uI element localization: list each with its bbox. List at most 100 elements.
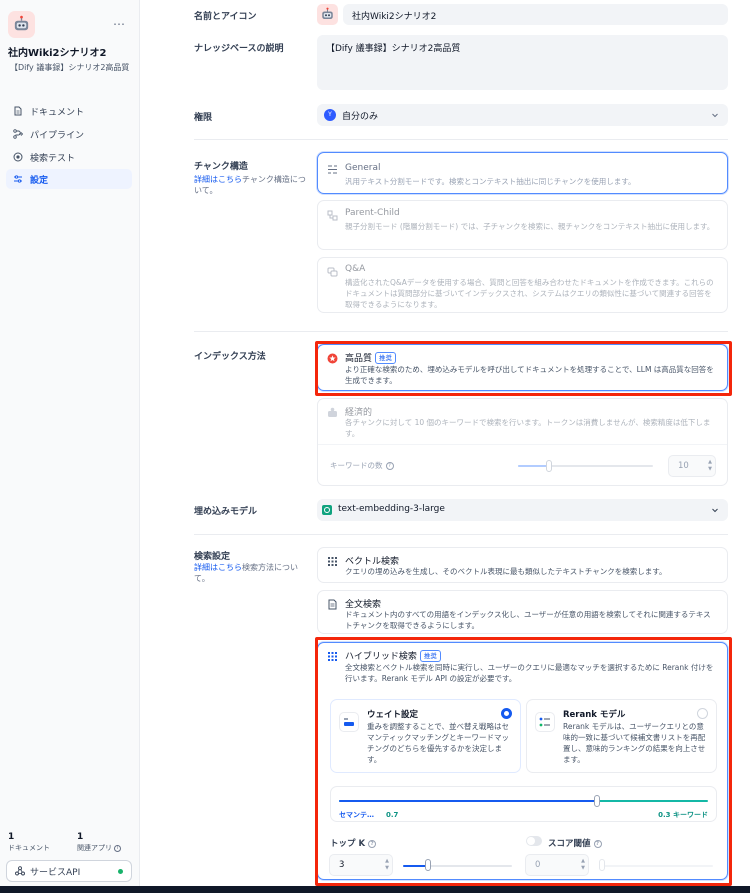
index-economy-option[interactable]: 経済的 各チャンクに対して 10 個のキーワードで検索を行います。トークンは消費…	[317, 398, 728, 486]
weight-settings-card[interactable]: ウェイト設定 重みを調整することで、並べ替え戦略はセマンティックマッチングとキー…	[330, 699, 521, 773]
nav-retrieval-test-label: 検索テスト	[30, 153, 76, 164]
related-apps-label-text: 関連アプリ	[77, 844, 112, 852]
keyword-count-slider-fill	[518, 465, 548, 467]
chunk-learn-more-link[interactable]: 詳細はこちら	[194, 175, 242, 184]
chunk-qa-title: Q&A	[345, 264, 366, 274]
text-split-icon	[328, 165, 337, 174]
target-icon	[13, 152, 23, 162]
description-textarea[interactable]: 【Dify 議事録】シナリオ2高品質	[317, 35, 728, 90]
economy-desc: 各チャンクに対して 10 個のキーワードで検索を行います。トークンは消費しません…	[345, 418, 711, 438]
nav-pipeline-label: パイプライン	[30, 130, 85, 141]
chunk-option-parent-child[interactable]: Parent-Child 親子分割モード (階層分割モード) では、子チャンクを…	[317, 200, 728, 250]
economy-icon	[328, 407, 337, 417]
info-icon[interactable]: i	[114, 844, 121, 852]
hybrid-search-title: ハイブリッド検索 推奨	[345, 649, 441, 662]
kb-icon-picker-robot-icon[interactable]	[317, 4, 338, 25]
chunk-parent-child-title: Parent-Child	[345, 208, 400, 218]
score-threshold-value: 0	[535, 860, 541, 870]
hybrid-search-title-text: ハイブリッド検索	[345, 652, 417, 662]
stepper-icon[interactable]: ▲ ▼	[581, 858, 585, 872]
nav-documents[interactable]: ドキュメント	[6, 101, 132, 121]
window-bottom-edge	[0, 886, 750, 893]
settings-icon	[14, 175, 22, 183]
divider	[194, 331, 728, 332]
retrieval-help: 詳細はこちら検索方法について。	[194, 562, 309, 584]
high-quality-desc: より正確な検索のため、埋め込みモデルを呼び出してドキュメントを処理することで、L…	[345, 365, 714, 385]
description-label: ナレッジベースの説明	[194, 44, 284, 54]
weight-slider-semantic-fill	[339, 800, 598, 802]
weight-slider-panel: セマンテ… 0.7 0.3 キーワード	[330, 786, 717, 822]
weight-icon	[339, 712, 359, 732]
name-icon-label: 名前とアイコン	[194, 12, 257, 22]
permission-value: 自分のみ	[342, 112, 379, 122]
nav-settings-label: 設定	[30, 175, 49, 186]
help-icon[interactable]: ?	[385, 462, 394, 470]
score-threshold-slider-thumb	[599, 859, 605, 871]
score-threshold-label-text: スコア閾値	[548, 839, 591, 849]
document-count: 1	[8, 832, 15, 842]
score-threshold-toggle[interactable]	[526, 836, 542, 846]
top-k-input[interactable]: 3 ▲ ▼	[329, 854, 393, 876]
hybrid-grid-icon	[328, 652, 337, 661]
nav-documents-label: ドキュメント	[30, 107, 85, 118]
vector-search-option[interactable]: ベクトル検索 クエリの埋め込みを生成し、そのベクトル表現に最も類似したテキストチ…	[317, 547, 728, 583]
keyword-count-label-text: キーワードの数	[330, 461, 383, 470]
weight-slider-thumb[interactable]	[594, 795, 601, 807]
document-count-label-text: ドキュメント	[8, 844, 50, 852]
nav-retrieval-test[interactable]: 検索テスト	[6, 147, 132, 167]
toggle-knob	[527, 837, 535, 845]
related-apps-count: 1	[77, 832, 84, 842]
permission-label: 権限	[194, 113, 213, 123]
keyword-weight-label: 0.3 キーワード	[658, 811, 708, 819]
help-icon[interactable]: ?	[368, 840, 377, 848]
hybrid-search-option[interactable]: ハイブリッド検索 推奨 全文検索とベクトル検索を同時に実行し、ユーザーのクエリに最…	[317, 642, 728, 880]
nav-pipeline[interactable]: パイプライン	[6, 124, 132, 144]
chunk-option-general[interactable]: General 汎用テキスト分割モードです。検索とコンテキスト抽出に同じチャンク…	[317, 152, 728, 194]
weight-settings-radio[interactable]	[501, 708, 512, 719]
document-icon	[14, 106, 22, 116]
semantic-weight-label: セマンテ… 0.7	[339, 810, 398, 820]
kb-name-input[interactable]: 社内Wiki2シナリオ2	[343, 4, 728, 25]
permission-select[interactable]: Y 自分のみ	[317, 104, 728, 126]
user-avatar: Y	[324, 109, 336, 121]
recommended-badge: 推奨	[419, 650, 441, 662]
chunk-structure-label: チャンク構造	[194, 162, 248, 172]
pipeline-icon	[13, 129, 23, 139]
qa-icon	[327, 267, 338, 277]
more-icon[interactable]: …	[113, 14, 126, 28]
keyword-count-slider-thumb[interactable]	[546, 460, 552, 472]
related-apps-label: 関連アプリ i	[77, 843, 121, 853]
keyword-count-input[interactable]: 10 ▲ ▼	[668, 455, 716, 477]
high-quality-title: 高品質 推奨	[345, 351, 397, 364]
fulltext-search-option[interactable]: 全文検索 ドキュメント内のすべての用語をインデックス化し、ユーザーが任意の用語を…	[317, 590, 728, 634]
kb-name: 社内Wiki2シナリオ2	[8, 48, 107, 59]
score-threshold-slider	[601, 865, 713, 867]
nav-settings[interactable]: 設定	[6, 169, 132, 189]
stepper-icon[interactable]: ▲ ▼	[385, 858, 389, 872]
index-high-quality-option[interactable]: 高品質 推奨 より正確な検索のため、埋め込みモデルを呼び出してドキュメントを処理す…	[317, 344, 728, 391]
top-k-label: トップ K?	[330, 837, 377, 849]
openai-icon	[322, 505, 332, 515]
chevron-down-icon	[712, 508, 718, 513]
index-method-label: インデックス方法	[194, 352, 266, 362]
economy-divider	[318, 444, 727, 445]
high-quality-title-text: 高品質	[345, 354, 373, 364]
chunk-general-title: General	[345, 163, 381, 173]
top-k-value: 3	[339, 860, 345, 870]
embedding-model-select[interactable]: text-embedding-3-large	[317, 499, 728, 521]
top-k-slider-thumb[interactable]	[425, 859, 431, 871]
top-k-slider-fill	[403, 865, 427, 867]
recommended-badge: 推奨	[375, 352, 397, 364]
keyword-count-label: キーワードの数?	[330, 460, 394, 471]
help-icon[interactable]: ?	[593, 840, 602, 848]
service-api-button[interactable]: サービスAPI	[6, 860, 132, 882]
rerank-model-card[interactable]: Rerank モデル Rerank モデルは、ユーザークエリとの意味的一致に基づ…	[526, 699, 717, 773]
retrieval-settings-label: 検索設定	[194, 552, 231, 562]
rerank-model-radio[interactable]	[697, 708, 708, 719]
api-icon	[15, 866, 25, 876]
retrieval-learn-more-link[interactable]: 詳細はこちら	[194, 563, 242, 572]
stepper-icon[interactable]: ▲ ▼	[708, 459, 712, 473]
chunk-option-qa[interactable]: Q&A 構造化されたQ&Aデータを使用する場合、質問と回答を組み合わせたドキュメ…	[317, 257, 728, 313]
rerank-model-desc: Rerank モデルは、ユーザークエリとの意味的一致に基づいて候補文書リストを再…	[563, 722, 706, 764]
score-threshold-input[interactable]: 0 ▲ ▼	[525, 854, 589, 876]
